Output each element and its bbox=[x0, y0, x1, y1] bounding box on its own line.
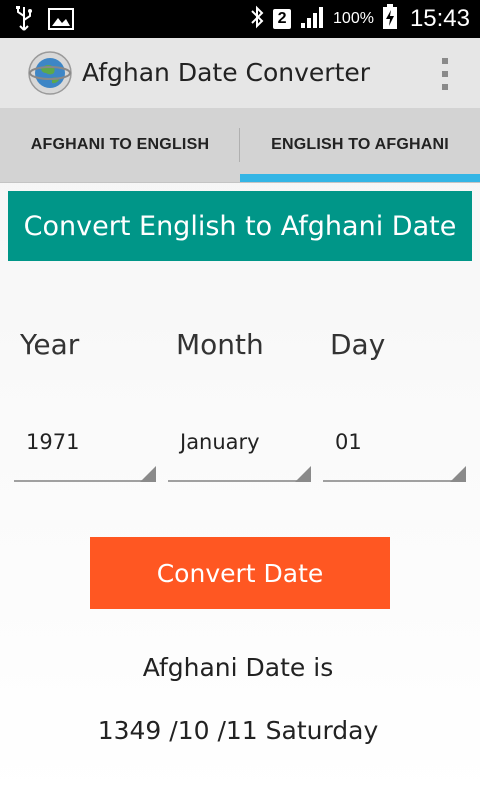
signal-icon bbox=[299, 5, 325, 33]
dropdown-caret-icon bbox=[450, 466, 466, 482]
overflow-menu-icon[interactable] bbox=[440, 58, 450, 90]
result-label: Afghani Date is bbox=[142, 653, 334, 682]
app-title: Afghan Date Converter bbox=[82, 58, 371, 87]
tab-afghani-to-english[interactable]: AFGHANI TO ENGLISH bbox=[0, 108, 240, 182]
bluetooth-icon bbox=[249, 5, 265, 33]
menu-dot bbox=[442, 84, 448, 90]
globe-logo-icon[interactable] bbox=[28, 51, 72, 95]
month-spinner[interactable]: January bbox=[168, 418, 311, 482]
day-value: 01 bbox=[335, 430, 362, 454]
battery-charging-icon bbox=[382, 4, 398, 34]
menu-dot bbox=[442, 58, 448, 64]
day-label: Day bbox=[330, 328, 386, 361]
result-value: 1349 /10 /11 Saturday bbox=[97, 716, 379, 745]
section-header: Convert English to Afghani Date bbox=[8, 191, 472, 261]
action-bar: Afghan Date Converter bbox=[0, 38, 480, 108]
selected-tab-indicator bbox=[240, 174, 480, 182]
day-underline bbox=[323, 480, 466, 482]
year-spinner[interactable]: 1971 bbox=[14, 418, 156, 482]
year-label: Year bbox=[20, 328, 80, 361]
battery-percent: 100% bbox=[333, 10, 374, 27]
dropdown-caret-icon bbox=[295, 466, 311, 482]
status-bar: 2 100% 15:43 bbox=[0, 0, 480, 38]
month-value: January bbox=[180, 430, 260, 454]
month-underline bbox=[168, 480, 311, 482]
dropdown-caret-icon bbox=[140, 466, 156, 482]
day-spinner[interactable]: 01 bbox=[323, 418, 466, 482]
image-icon bbox=[48, 8, 74, 34]
sim-2-icon: 2 bbox=[273, 9, 292, 29]
status-clock: 15:43 bbox=[409, 5, 470, 32]
tab-english-to-afghani[interactable]: ENGLISH TO AFGHANI bbox=[240, 108, 480, 182]
year-value: 1971 bbox=[26, 430, 80, 454]
menu-dot bbox=[442, 71, 448, 77]
tab-bar: AFGHANI TO ENGLISH ENGLISH TO AFGHANI bbox=[0, 108, 480, 183]
usb-icon bbox=[14, 6, 34, 36]
year-underline bbox=[14, 480, 156, 482]
convert-date-button[interactable]: Convert Date bbox=[90, 537, 390, 609]
month-label: Month bbox=[176, 328, 264, 361]
status-left bbox=[14, 6, 74, 36]
status-right: 2 100% 15:43 bbox=[249, 3, 470, 35]
